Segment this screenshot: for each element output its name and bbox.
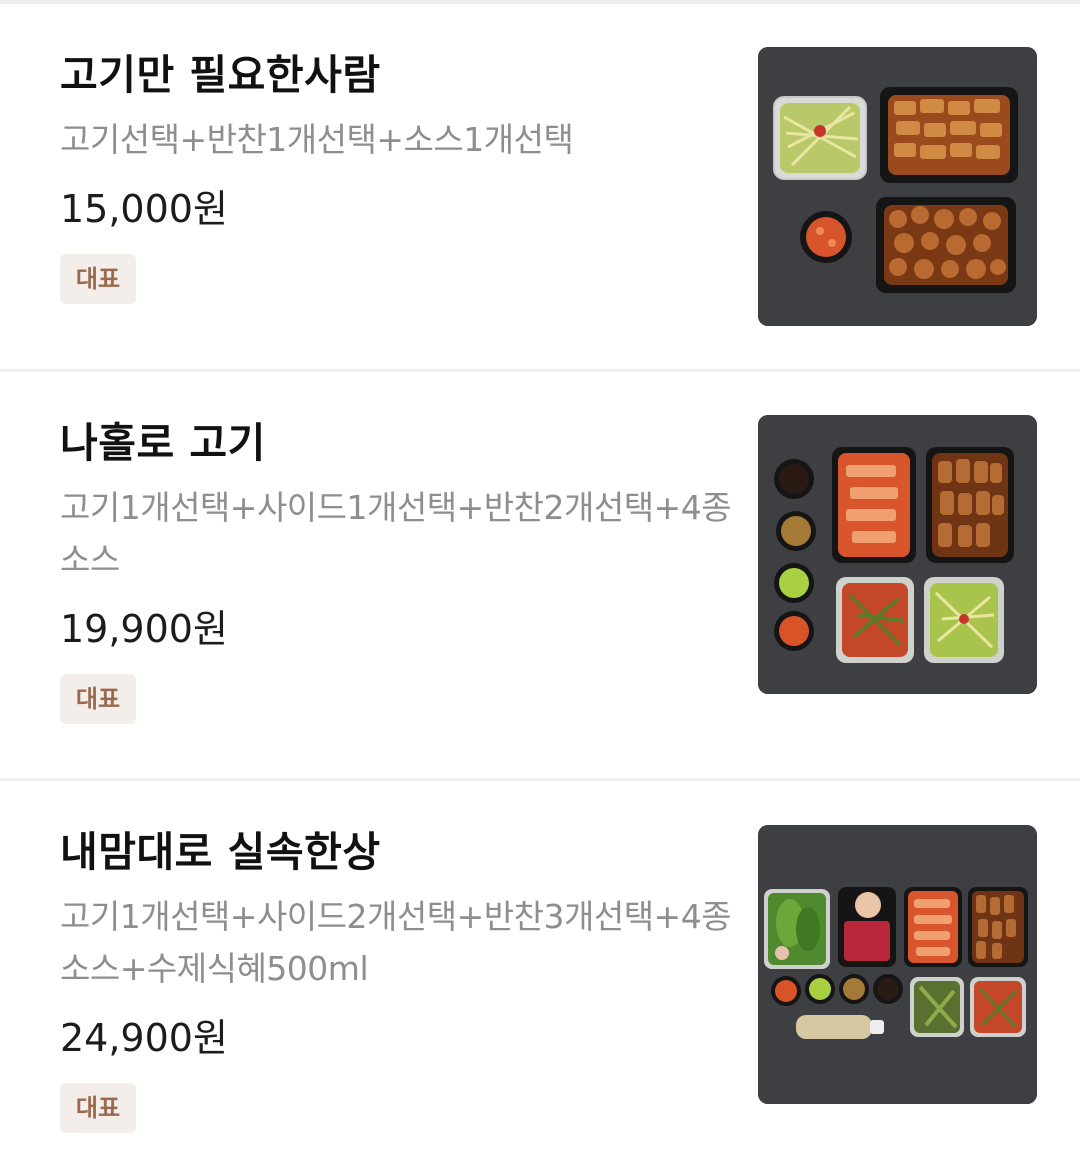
menu-item-info: 내맘대로 실속한상 고기1개선택+사이드2개선택+반찬3개선택+4종소스+수제식… xyxy=(60,823,740,1133)
menu-item-photo[interactable] xyxy=(758,825,1037,1104)
menu-item-price: 19,900원 xyxy=(60,607,228,651)
menu-item-price: 24,900원 xyxy=(60,1016,228,1060)
menu-item-name: 나홀로 고기 xyxy=(60,419,266,467)
menu-item-info: 나홀로 고기 고기1개선택+사이드1개선택+반찬2개선택+4종소스 19,900… xyxy=(60,414,740,724)
food-photo-icon xyxy=(758,825,1037,1104)
menu-item-gogiman[interactable]: 고기만 필요한사람 고기선택+반찬1개선택+소스1개선택 15,000원 대표 xyxy=(0,4,1080,370)
food-photo-icon xyxy=(758,415,1037,694)
menu-item-naemam[interactable]: 내맘대로 실속한상 고기1개선택+사이드2개선택+반찬3개선택+4종소스+수제식… xyxy=(0,781,1080,1174)
signature-badge: 대표 xyxy=(60,674,136,724)
menu-item-name: 고기만 필요한사람 xyxy=(60,51,381,99)
menu-item-naholo[interactable]: 나홀로 고기 고기1개선택+사이드1개선택+반찬2개선택+4종소스 19,900… xyxy=(0,372,1080,778)
signature-badge: 대표 xyxy=(60,254,136,304)
menu-item-name: 내맘대로 실속한상 xyxy=(60,828,381,876)
food-photo-icon xyxy=(758,47,1037,326)
menu-item-info: 고기만 필요한사람 고기선택+반찬1개선택+소스1개선택 15,000원 대표 xyxy=(60,46,740,304)
menu-item-photo[interactable] xyxy=(758,415,1037,694)
menu-item-description: 고기선택+반찬1개선택+소스1개선택 xyxy=(60,120,574,159)
menu-item-description: 고기1개선택+사이드2개선택+반찬3개선택+4종소스+수제식혜500ml xyxy=(60,897,732,988)
menu-item-photo[interactable] xyxy=(758,47,1037,326)
menu-item-description: 고기1개선택+사이드1개선택+반찬2개선택+4종소스 xyxy=(60,488,732,579)
menu-list: 고기만 필요한사람 고기선택+반찬1개선택+소스1개선택 15,000원 대표 xyxy=(0,0,1080,1174)
menu-item-price: 15,000원 xyxy=(60,187,228,231)
signature-badge: 대표 xyxy=(60,1083,136,1133)
